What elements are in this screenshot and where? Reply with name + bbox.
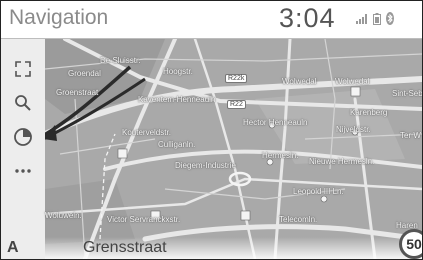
map-label: Leopold III Ln. bbox=[293, 187, 344, 196]
map-label: Woluweln. bbox=[45, 211, 82, 220]
map-view[interactable]: De Sluisstr. Groendal Hoogstr. R22k Wolw… bbox=[40, 37, 423, 259]
compass-dial-icon bbox=[14, 128, 32, 146]
clock: 3:04 bbox=[279, 3, 336, 33]
search-icon bbox=[15, 95, 31, 111]
speed-limit-value: 50 bbox=[406, 236, 422, 252]
navigation-screen: Navigation 3:04 De Sluisstr. Groendal Ho… bbox=[0, 0, 423, 260]
search-button[interactable] bbox=[9, 89, 37, 117]
map-label: Ter W bbox=[400, 131, 421, 140]
map-label: Groendal bbox=[68, 69, 101, 78]
signal-bars-icon bbox=[356, 13, 367, 24]
more-button[interactable] bbox=[9, 157, 37, 185]
map-label: De Sluisstr. bbox=[100, 56, 141, 65]
more-dots-icon bbox=[15, 169, 31, 173]
map-label: Kaventem-Henneauln bbox=[138, 95, 216, 104]
header-bar: Navigation 3:04 bbox=[1, 1, 422, 39]
map-graphics bbox=[40, 37, 422, 259]
map-label: Telecomln. bbox=[279, 215, 318, 224]
map-options-button[interactable] bbox=[9, 123, 37, 151]
map-label: Sint-Sebast bbox=[392, 89, 423, 98]
map-label: Wolwedal bbox=[282, 77, 317, 86]
speed-limit-sign: 50 bbox=[399, 229, 422, 259]
map-label: Wolwedal bbox=[335, 77, 370, 86]
screen-title: Navigation bbox=[9, 6, 109, 29]
map-label: Hermesln. bbox=[262, 151, 299, 160]
expand-arrows-icon bbox=[15, 61, 31, 77]
map-label: Karenberg bbox=[350, 108, 388, 117]
road-shield: R22k bbox=[225, 74, 248, 83]
map-label: Hector Henneauln bbox=[243, 118, 308, 127]
battery-icon bbox=[373, 12, 381, 25]
bluetooth-icon bbox=[386, 12, 394, 25]
current-street-name: Grensstraat bbox=[83, 239, 167, 256]
status-icons bbox=[356, 12, 394, 25]
map-label: Nijveldstr. bbox=[336, 125, 371, 134]
map-label: Culliganln. bbox=[158, 140, 196, 149]
fullscreen-button[interactable] bbox=[9, 55, 37, 83]
map-label: Hoogstr. bbox=[163, 67, 193, 76]
map-label: Nieuwe Hermesln. bbox=[309, 157, 375, 166]
map-label: Kouterveldstr. bbox=[122, 128, 171, 137]
map-label: Victor Servranckxstr. bbox=[107, 215, 181, 224]
map-label: Groenstraat bbox=[56, 88, 99, 97]
map-sidebar bbox=[1, 39, 46, 259]
brand-logo: A bbox=[7, 239, 19, 256]
road-shield: R22 bbox=[227, 100, 246, 109]
map-label: Diegem-Industrie bbox=[175, 161, 236, 170]
